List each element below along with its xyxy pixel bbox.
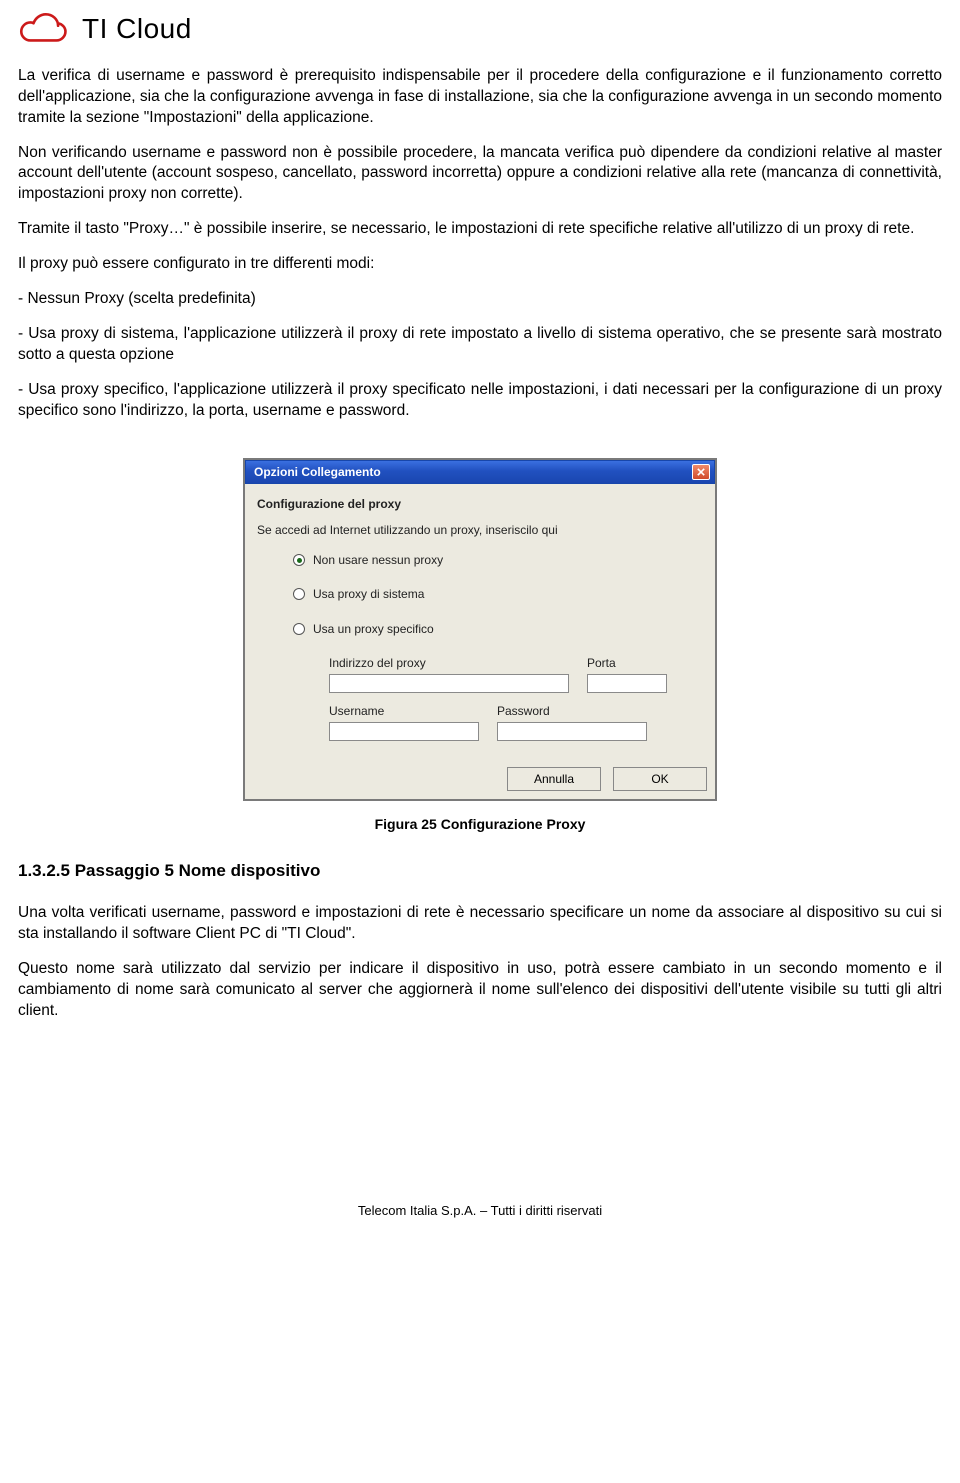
- proxy-port-input[interactable]: [587, 674, 667, 693]
- radio-icon[interactable]: [293, 623, 305, 635]
- radio-icon[interactable]: [293, 554, 305, 566]
- close-icon[interactable]: [692, 464, 710, 480]
- label-proxy-address: Indirizzo del proxy: [329, 655, 569, 671]
- label-username: Username: [329, 703, 479, 719]
- paragraph: La verifica di username e password è pre…: [18, 66, 942, 129]
- paragraph: Questo nome sarà utilizzato dal servizio…: [18, 959, 942, 1022]
- proxy-dialog: Opzioni Collegamento Configurazione del …: [243, 458, 717, 801]
- ok-button[interactable]: OK: [613, 767, 707, 791]
- radio-system-proxy[interactable]: Usa proxy di sistema: [293, 586, 703, 602]
- cloud-icon: [18, 11, 72, 47]
- radio-no-proxy[interactable]: Non usare nessun proxy: [293, 552, 703, 568]
- list-item: - Usa proxy di sistema, l'applicazione u…: [18, 324, 942, 366]
- list-item: - Nessun Proxy (scelta predefinita): [18, 289, 942, 310]
- group-title: Configurazione del proxy: [257, 496, 703, 512]
- list-item: - Usa proxy specifico, l'applicazione ut…: [18, 380, 942, 422]
- dialog-intro: Se accedi ad Internet utilizzando un pro…: [257, 522, 703, 538]
- figure-caption: Figura 25 Configurazione Proxy: [18, 815, 942, 834]
- radio-label: Non usare nessun proxy: [313, 552, 443, 568]
- proxy-password-input[interactable]: [497, 722, 647, 741]
- dialog-titlebar[interactable]: Opzioni Collegamento: [245, 460, 715, 484]
- label-proxy-port: Porta: [587, 655, 667, 671]
- paragraph: Non verificando username e password non …: [18, 143, 942, 206]
- dialog-title: Opzioni Collegamento: [254, 464, 381, 480]
- proxy-address-input[interactable]: [329, 674, 569, 693]
- cancel-button[interactable]: Annulla: [507, 767, 601, 791]
- radio-specific-proxy[interactable]: Usa un proxy specifico: [293, 621, 703, 637]
- radio-label: Usa proxy di sistema: [313, 586, 424, 602]
- section-heading: 1.3.2.5 Passaggio 5 Nome dispositivo: [18, 860, 942, 883]
- radio-icon[interactable]: [293, 588, 305, 600]
- label-password: Password: [497, 703, 647, 719]
- paragraph: Tramite il tasto "Proxy…" è possibile in…: [18, 219, 942, 240]
- brand-logo: TI Cloud: [18, 10, 942, 48]
- paragraph: Una volta verificati username, password …: [18, 903, 942, 945]
- paragraph: Il proxy può essere configurato in tre d…: [18, 254, 942, 275]
- page-footer: Telecom Italia S.p.A. – Tutti i diritti …: [18, 1202, 942, 1220]
- radio-label: Usa un proxy specifico: [313, 621, 434, 637]
- proxy-username-input[interactable]: [329, 722, 479, 741]
- brand-name: TI Cloud: [82, 10, 192, 48]
